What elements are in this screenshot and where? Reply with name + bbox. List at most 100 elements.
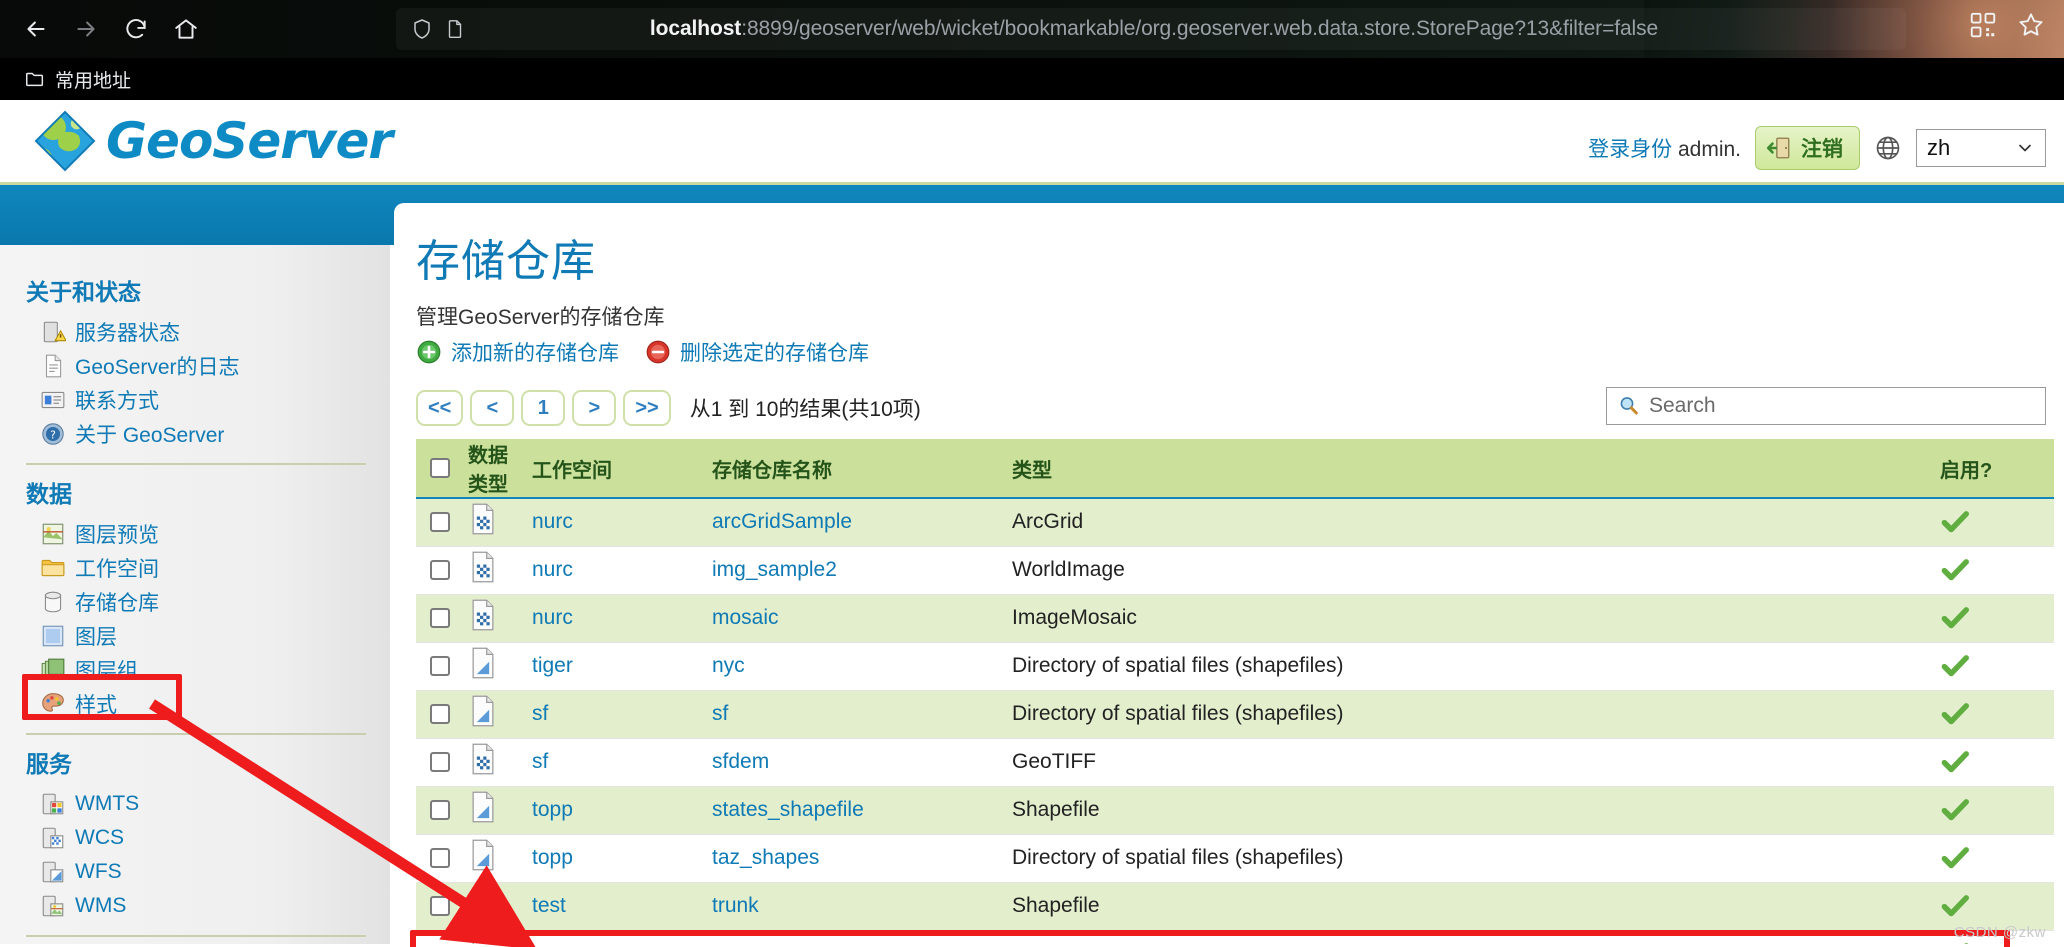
row-name-cell[interactable]: mosaic	[706, 594, 1006, 643]
sidebar-item-layer-groups[interactable]: 图层组	[26, 653, 390, 687]
row-name-cell[interactable]: trunk	[706, 882, 1006, 931]
row-select-cell[interactable]	[416, 498, 462, 547]
pagination-first[interactable]: <<	[416, 390, 464, 426]
header-workspace[interactable]: 工作空间	[526, 439, 706, 499]
back-button[interactable]	[14, 9, 58, 49]
table-row[interactable]: topp taz_shapes Directory of spatial files…	[416, 834, 2054, 883]
header-store-name[interactable]: 存储仓库名称	[706, 439, 1006, 499]
store-name-link[interactable]: trunk	[712, 894, 759, 917]
workspace-link[interactable]: nurc	[532, 606, 573, 629]
sidebar-item-wfs[interactable]: WFS	[26, 855, 390, 889]
sidebar-item-contact[interactable]: 联系方式	[26, 383, 390, 417]
row-checkbox[interactable]	[430, 608, 450, 628]
row-name-cell[interactable]: img_sample2	[706, 546, 1006, 595]
header-select-all[interactable]	[416, 439, 462, 499]
workspace-link[interactable]: sf	[532, 702, 548, 725]
workspace-link[interactable]: nurc	[532, 942, 573, 944]
store-name-link[interactable]: sf	[712, 702, 728, 725]
store-name-link[interactable]: taz_shapes	[712, 846, 819, 869]
row-checkbox[interactable]	[430, 800, 450, 820]
row-checkbox[interactable]	[430, 752, 450, 772]
language-select[interactable]: zh	[1916, 129, 2046, 167]
row-workspace-cell[interactable]: sf	[526, 690, 706, 739]
row-workspace-cell[interactable]: nurc	[526, 546, 706, 595]
row-workspace-cell[interactable]: sf	[526, 738, 706, 787]
row-name-cell[interactable]: worldImageSample	[706, 930, 1006, 944]
row-select-cell[interactable]	[416, 834, 462, 883]
workspace-link[interactable]: topp	[532, 846, 573, 869]
header-type[interactable]: 类型	[1006, 439, 1934, 499]
reload-button[interactable]	[114, 9, 158, 49]
store-name-link[interactable]: worldImageSample	[712, 942, 892, 944]
store-name-link[interactable]: arcGridSample	[712, 510, 852, 533]
row-checkbox[interactable]	[430, 656, 450, 676]
sidebar-item-wcs[interactable]: WCS	[26, 821, 390, 855]
sidebar-item-about-geoserver[interactable]: ? 关于 GeoServer	[26, 417, 390, 451]
row-name-cell[interactable]: sfdem	[706, 738, 1006, 787]
table-row[interactable]: sf sfdem GeoTIFF	[416, 738, 2054, 787]
select-all-checkbox[interactable]	[430, 458, 450, 478]
row-checkbox[interactable]	[430, 896, 450, 916]
row-workspace-cell[interactable]: topp	[526, 834, 706, 883]
bookmark-item-常用地址[interactable]: 常用地址	[16, 63, 139, 96]
sidebar-item-stores[interactable]: 存储仓库	[26, 585, 390, 619]
row-workspace-cell[interactable]: nurc	[526, 498, 706, 547]
store-name-link[interactable]: nyc	[712, 654, 745, 677]
sidebar-item-server-status[interactable]: 服务器状态	[26, 315, 390, 349]
sidebar-item-workspaces[interactable]: 工作空间	[26, 551, 390, 585]
row-checkbox[interactable]	[430, 704, 450, 724]
row-name-cell[interactable]: taz_shapes	[706, 834, 1006, 883]
table-row[interactable]: topp states_shapefile Shapefile	[416, 786, 2054, 835]
sidebar-item-layers[interactable]: 图层	[26, 619, 390, 653]
table-row[interactable]: test trunk Shapefile	[416, 882, 2054, 931]
sidebar-item-wmts[interactable]: WMTS	[26, 787, 390, 821]
bookmark-star-icon[interactable]	[2016, 10, 2046, 45]
geoserver-logo[interactable]: GeoServer	[34, 110, 393, 172]
workspace-link[interactable]: nurc	[532, 558, 573, 581]
row-workspace-cell[interactable]: topp	[526, 786, 706, 835]
row-name-cell[interactable]: sf	[706, 690, 1006, 739]
pagination-page-1[interactable]: 1	[521, 390, 566, 426]
add-store-button[interactable]: 添加新的存储仓库	[416, 337, 619, 367]
workspace-link[interactable]: topp	[532, 798, 573, 821]
row-checkbox[interactable]	[430, 848, 450, 868]
pagination-next[interactable]: >	[572, 390, 617, 426]
table-row[interactable]: nurc worldImageSample WorldImage	[416, 930, 2054, 944]
table-row[interactable]: nurc mosaic ImageMosaic	[416, 594, 2054, 643]
workspace-link[interactable]: sf	[532, 750, 548, 773]
row-select-cell[interactable]	[416, 882, 462, 931]
workspace-link[interactable]: tiger	[532, 654, 573, 677]
home-button[interactable]	[164, 9, 208, 49]
sidebar-item-layer-preview[interactable]: 图层预览	[26, 517, 390, 551]
row-checkbox[interactable]	[430, 512, 450, 533]
qr-code-icon[interactable]	[1968, 10, 1998, 45]
row-name-cell[interactable]: nyc	[706, 642, 1006, 691]
table-row[interactable]: nurc img_sample2 WorldImage	[416, 546, 2054, 595]
row-select-cell[interactable]	[416, 738, 462, 787]
row-select-cell[interactable]	[416, 786, 462, 835]
address-bar[interactable]: localhost:8899/geoserver/web/wicket/book…	[396, 8, 1906, 50]
header-datatype[interactable]: 数据类型	[462, 439, 526, 499]
pagination-prev[interactable]: <	[470, 390, 515, 426]
row-name-cell[interactable]: arcGridSample	[706, 498, 1006, 547]
row-workspace-cell[interactable]: test	[526, 882, 706, 931]
workspace-link[interactable]: test	[532, 894, 566, 917]
store-name-link[interactable]: sfdem	[712, 750, 769, 773]
row-select-cell[interactable]	[416, 690, 462, 739]
row-name-cell[interactable]: states_shapefile	[706, 786, 1006, 835]
row-select-cell[interactable]	[416, 930, 462, 944]
pagination-last[interactable]: >>	[623, 390, 671, 426]
row-workspace-cell[interactable]: tiger	[526, 642, 706, 691]
table-row[interactable]: nurc arcGridSample ArcGrid	[416, 498, 2054, 547]
sidebar-item-wms[interactable]: WMS	[26, 889, 390, 923]
row-select-cell[interactable]	[416, 642, 462, 691]
sidebar-item-geoserver-logs[interactable]: GeoServer的日志	[26, 349, 390, 383]
workspace-link[interactable]: nurc	[532, 510, 573, 533]
row-select-cell[interactable]	[416, 546, 462, 595]
search-input[interactable]: Search	[1606, 387, 2046, 425]
logout-button[interactable]: 注销	[1755, 126, 1860, 170]
store-name-link[interactable]: states_shapefile	[712, 798, 864, 821]
forward-button[interactable]	[64, 9, 108, 49]
table-row[interactable]: tiger nyc Directory of spatial files (shap…	[416, 642, 2054, 691]
remove-store-button[interactable]: 删除选定的存储仓库	[645, 337, 869, 367]
